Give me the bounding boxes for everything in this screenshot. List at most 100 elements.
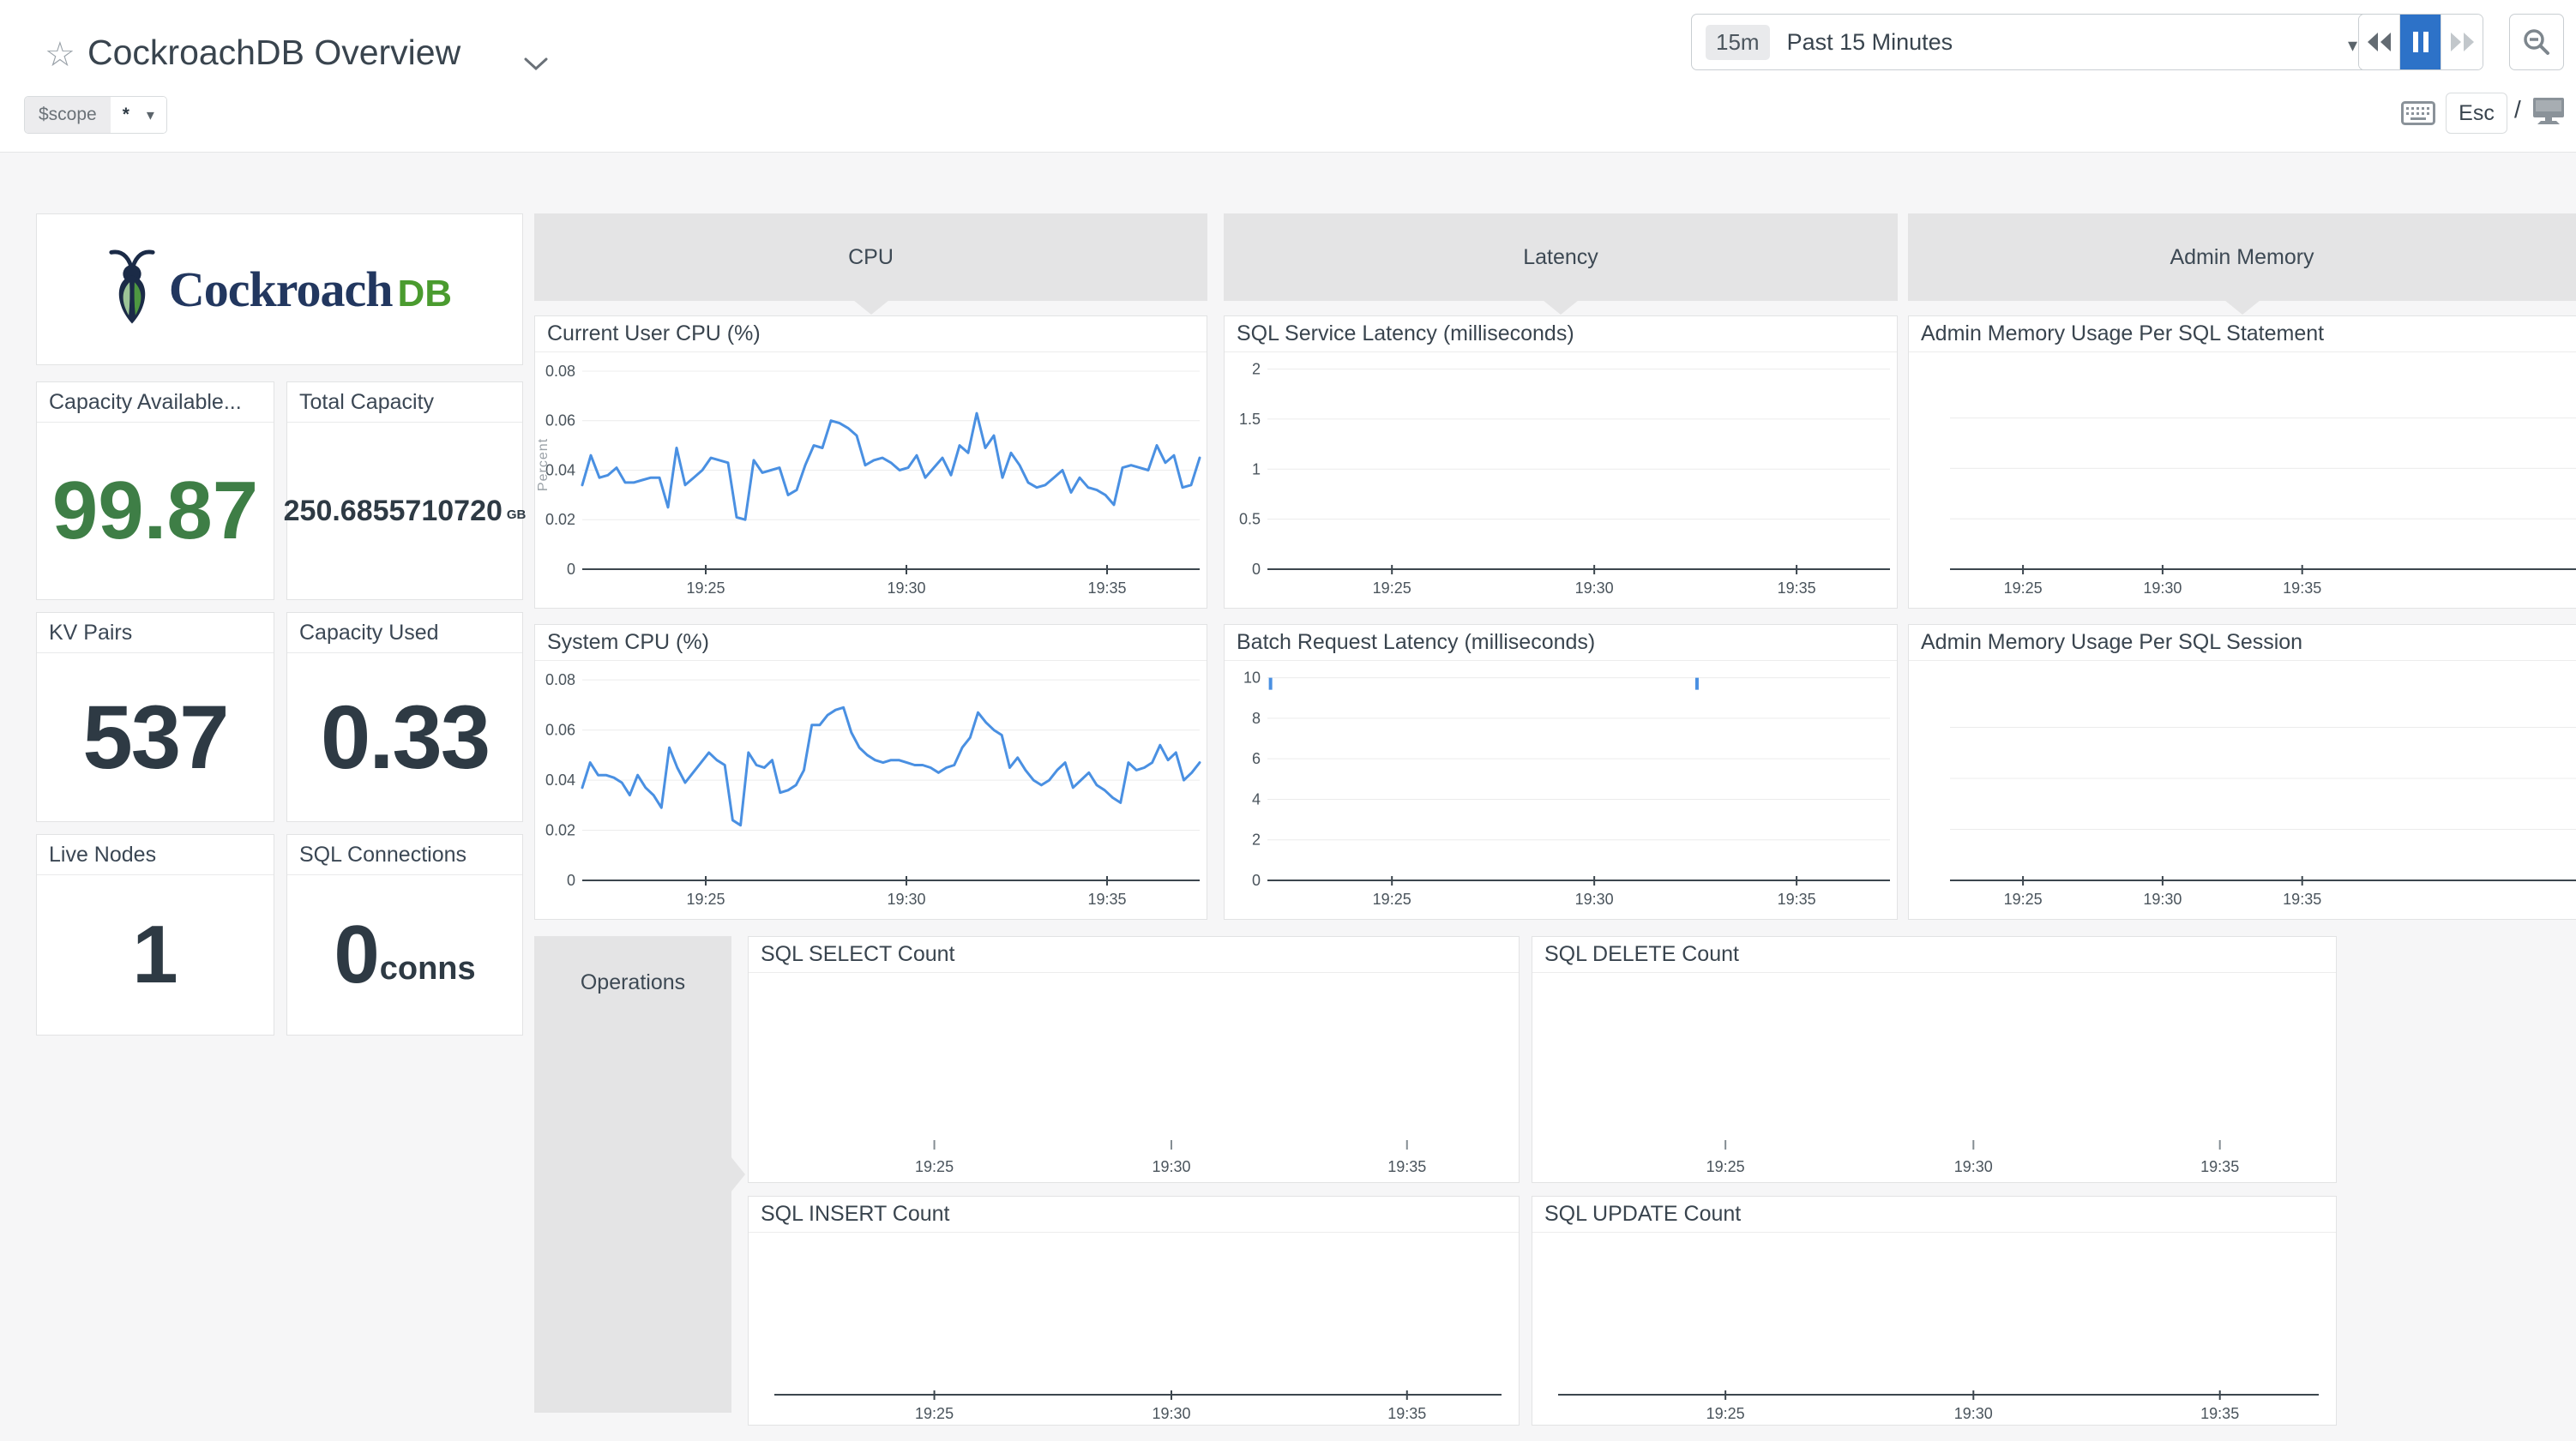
chart-sql-insert-count[interactable]: SQL INSERT Count 19:2519:3019:35 xyxy=(748,1196,1520,1426)
monitor-icon[interactable] xyxy=(2531,96,2566,129)
caret-down-icon: ▾ xyxy=(2348,35,2357,57)
chart-title: Admin Memory Usage Per SQL Session xyxy=(1909,625,2576,661)
template-variable-scope[interactable]: $scope *▾ xyxy=(24,96,167,134)
svg-text:0: 0 xyxy=(567,561,575,578)
svg-text:0: 0 xyxy=(1252,872,1261,889)
pause-button[interactable] xyxy=(2400,15,2441,69)
esc-key[interactable]: Esc xyxy=(2446,93,2507,134)
chart-title: SQL INSERT Count xyxy=(749,1197,1519,1233)
chart-system-cpu[interactable]: System CPU (%) 00.020.040.060.0819:2519:… xyxy=(534,624,1207,920)
group-header-admin-memory[interactable]: Admin Memory xyxy=(1908,213,2576,301)
chart-sql-delete-count[interactable]: SQL DELETE Count 19:2519:3019:35 xyxy=(1532,936,2337,1183)
logo-suffix: DB xyxy=(398,273,453,315)
stat-title: Total Capacity xyxy=(287,382,522,423)
zoom-out-button[interactable] xyxy=(2509,14,2564,70)
svg-text:0: 0 xyxy=(567,872,575,889)
svg-text:19:25: 19:25 xyxy=(1706,1158,1745,1175)
svg-text:19:30: 19:30 xyxy=(1575,891,1614,908)
chart-admin-memory-per-sql-session[interactable]: Admin Memory Usage Per SQL Session 19:25… xyxy=(1908,624,2576,920)
svg-text:19:25: 19:25 xyxy=(1373,579,1411,597)
stat-title: Capacity Used xyxy=(287,613,522,653)
group-label: Admin Memory xyxy=(2170,245,2314,270)
keyboard-icon[interactable] xyxy=(2401,101,2435,129)
chart-sql-update-count[interactable]: SQL UPDATE Count 19:2519:3019:35 xyxy=(1532,1196,2337,1426)
svg-text:0.08: 0.08 xyxy=(545,671,575,688)
chart-batch-request-latency[interactable]: Batch Request Latency (milliseconds) 0 2 4… xyxy=(1224,624,1898,920)
group-label: Latency xyxy=(1523,245,1598,270)
chart-plot: 19:2519:3019:35 xyxy=(1532,972,2336,1182)
logo-wordmark: Cockroach xyxy=(169,261,393,317)
svg-text:19:25: 19:25 xyxy=(915,1405,954,1422)
svg-text:0.5: 0.5 xyxy=(1239,511,1261,528)
stat-unit: conns xyxy=(380,951,476,996)
cockroachdb-dashboard: ☆ CockroachDB Overview 15m Past 15 Minut… xyxy=(0,0,2576,1441)
svg-text:10: 10 xyxy=(1243,669,1261,687)
group-header-operations[interactable]: Operations xyxy=(534,936,731,1413)
svg-text:0.04: 0.04 xyxy=(545,772,575,789)
chart-title: SQL DELETE Count xyxy=(1532,937,2336,973)
svg-text:1.5: 1.5 xyxy=(1239,411,1261,428)
time-range-badge: 15m xyxy=(1706,25,1770,60)
svg-text:0: 0 xyxy=(1252,561,1261,578)
svg-text:19:25: 19:25 xyxy=(686,891,725,908)
chart-current-user-cpu[interactable]: Current User CPU (%) 00.020.040.060.0819… xyxy=(534,315,1207,609)
chart-title: System CPU (%) xyxy=(535,625,1207,661)
rewind-button[interactable] xyxy=(2359,15,2400,69)
svg-text:19:35: 19:35 xyxy=(2283,579,2321,597)
svg-text:19:30: 19:30 xyxy=(2143,891,2182,908)
group-header-cpu[interactable]: CPU xyxy=(534,213,1207,301)
stat-card-kv-pairs[interactable]: KV Pairs 537 xyxy=(36,612,274,822)
svg-text:6: 6 xyxy=(1252,750,1261,767)
svg-text:19:35: 19:35 xyxy=(1387,1158,1426,1175)
stat-card-capacity-available[interactable]: Capacity Available... 99.87 xyxy=(36,381,274,600)
svg-text:0.06: 0.06 xyxy=(545,722,575,739)
time-range-label: Past 15 Minutes xyxy=(1787,29,1953,56)
fast-forward-button[interactable] xyxy=(2441,15,2483,69)
stat-unit: GB xyxy=(507,507,527,525)
stat-title: KV Pairs xyxy=(37,613,274,653)
cockroachdb-logo-card: CockroachDB xyxy=(36,213,523,365)
chart-plot: 00.020.040.060.0819:2519:3019:35 xyxy=(535,660,1207,919)
svg-text:1: 1 xyxy=(1252,460,1261,477)
svg-text:19:30: 19:30 xyxy=(887,891,925,908)
svg-text:19:35: 19:35 xyxy=(2200,1158,2239,1175)
svg-text:19:25: 19:25 xyxy=(1373,891,1411,908)
stat-card-total-capacity[interactable]: Total Capacity 250.6855710720GB xyxy=(286,381,523,600)
stat-value: 1 xyxy=(132,914,178,996)
stat-title: Capacity Available... xyxy=(37,382,274,423)
chart-plot: 19:2519:3019:35 xyxy=(1909,660,2576,919)
chevron-down-icon[interactable] xyxy=(523,57,549,76)
stat-card-sql-connections[interactable]: SQL Connections 0conns xyxy=(286,834,523,1036)
group-header-latency[interactable]: Latency xyxy=(1224,213,1898,301)
svg-text:4: 4 xyxy=(1252,790,1261,808)
svg-text:19:25: 19:25 xyxy=(2004,891,2043,908)
chart-title: Current User CPU (%) xyxy=(535,316,1207,352)
stat-card-capacity-used[interactable]: Capacity Used 0.33 xyxy=(286,612,523,822)
svg-text:19:30: 19:30 xyxy=(1954,1405,1993,1422)
chart-title: Batch Request Latency (milliseconds) xyxy=(1225,625,1897,661)
chart-admin-memory-per-sql-statement[interactable]: Admin Memory Usage Per SQL Statement 19:… xyxy=(1908,315,2576,609)
svg-text:19:35: 19:35 xyxy=(1087,891,1126,908)
stat-value: 250.6855710720 xyxy=(284,496,503,525)
svg-text:19:30: 19:30 xyxy=(1152,1405,1190,1422)
cockroach-bug-icon xyxy=(107,249,157,330)
stat-value: 0 xyxy=(334,914,379,996)
chart-sql-service-latency[interactable]: SQL Service Latency (milliseconds) 0 0.5 1… xyxy=(1224,315,1898,609)
scope-variable-value: *▾ xyxy=(111,97,166,133)
chart-plot: 19:2519:3019:35 xyxy=(749,1232,1519,1425)
chart-title: Admin Memory Usage Per SQL Statement xyxy=(1909,316,2576,352)
chart-plot: 19:2519:3019:35 xyxy=(1532,1232,2336,1425)
favorite-star-icon[interactable]: ☆ xyxy=(45,38,75,72)
svg-text:19:25: 19:25 xyxy=(915,1158,954,1175)
chart-title: SQL Service Latency (milliseconds) xyxy=(1225,316,1897,352)
svg-text:19:35: 19:35 xyxy=(2200,1405,2239,1422)
time-range-picker[interactable]: 15m Past 15 Minutes ▾ xyxy=(1691,14,2374,70)
svg-text:19:25: 19:25 xyxy=(2004,579,2043,597)
stat-card-live-nodes[interactable]: Live Nodes 1 xyxy=(36,834,274,1036)
shortcut-separator: / xyxy=(2514,96,2521,123)
stat-value: 99.87 xyxy=(52,470,258,552)
top-bar: ☆ CockroachDB Overview 15m Past 15 Minut… xyxy=(0,0,2576,153)
chart-title: SQL SELECT Count xyxy=(749,937,1519,973)
chart-sql-select-count[interactable]: SQL SELECT Count 19:2519:3019:35 xyxy=(748,936,1520,1183)
svg-text:2: 2 xyxy=(1252,832,1261,849)
